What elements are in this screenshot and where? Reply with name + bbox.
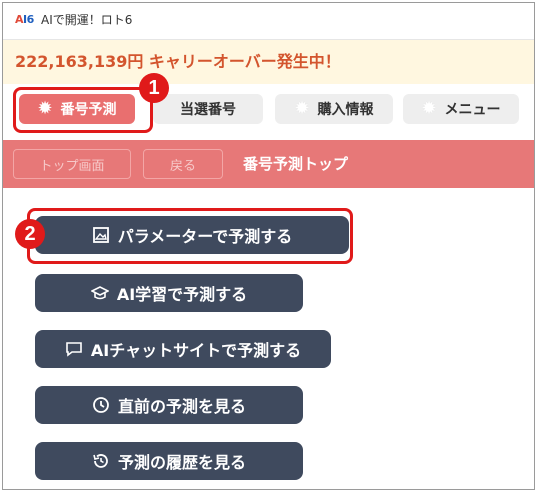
app-window: AI6 AIで開運！ロト6 222,163,139円 キャリーオーバー発生中！ …: [2, 2, 535, 490]
tab-purchase-info[interactable]: ✹ 購入情報: [275, 94, 393, 124]
history-icon: [92, 452, 110, 470]
clock-icon: [92, 396, 110, 414]
window-title: AIで開運！ロト6: [41, 13, 133, 27]
app-logo-icon: AI6: [15, 13, 34, 26]
back-button[interactable]: 戻る: [143, 149, 223, 179]
page-title: 番号予測トップ: [243, 155, 349, 173]
tab-menu[interactable]: ✹ メニュー: [403, 94, 519, 124]
button-label: 予測の履歴を見る: [117, 453, 246, 472]
button-label: AIチャットサイトで予測する: [90, 341, 302, 360]
graduation-cap-icon: [90, 284, 109, 302]
chat-bubble-icon: [65, 340, 83, 358]
callout-badge-1: 1: [139, 73, 169, 103]
callout-badge-2: 2: [15, 219, 45, 249]
callout-highlight-2: [27, 208, 353, 264]
tab-winning-numbers[interactable]: 当選番号: [153, 94, 263, 124]
predict-by-ai-chat-button[interactable]: AIチャットサイトで予測する: [35, 330, 331, 368]
carryover-text: 222,163,139円 キャリーオーバー発生中！: [15, 52, 341, 71]
top-screen-button[interactable]: トップ画面: [13, 149, 131, 179]
tab-label: 購入情報: [317, 102, 374, 118]
view-latest-prediction-button[interactable]: 直前の予測を見る: [35, 386, 303, 424]
callout-highlight-1: [13, 87, 153, 133]
tab-label: 当選番号: [180, 102, 236, 118]
button-label: 直前の予測を見る: [117, 397, 246, 416]
predict-by-ai-learning-button[interactable]: AI学習で予測する: [35, 274, 303, 312]
view-prediction-history-button[interactable]: 予測の履歴を見る: [35, 442, 303, 480]
title-bar: AI6 AIで開運！ロト6: [3, 3, 534, 40]
tab-label: メニュー: [444, 102, 501, 118]
button-label: AI学習で予測する: [116, 285, 248, 304]
burst-icon: ✹: [421, 98, 437, 119]
sub-header: トップ画面 戻る 番号予測トップ: [3, 140, 534, 188]
burst-icon: ✹: [294, 98, 310, 119]
carryover-banner: 222,163,139円 キャリーオーバー発生中！: [3, 40, 534, 84]
